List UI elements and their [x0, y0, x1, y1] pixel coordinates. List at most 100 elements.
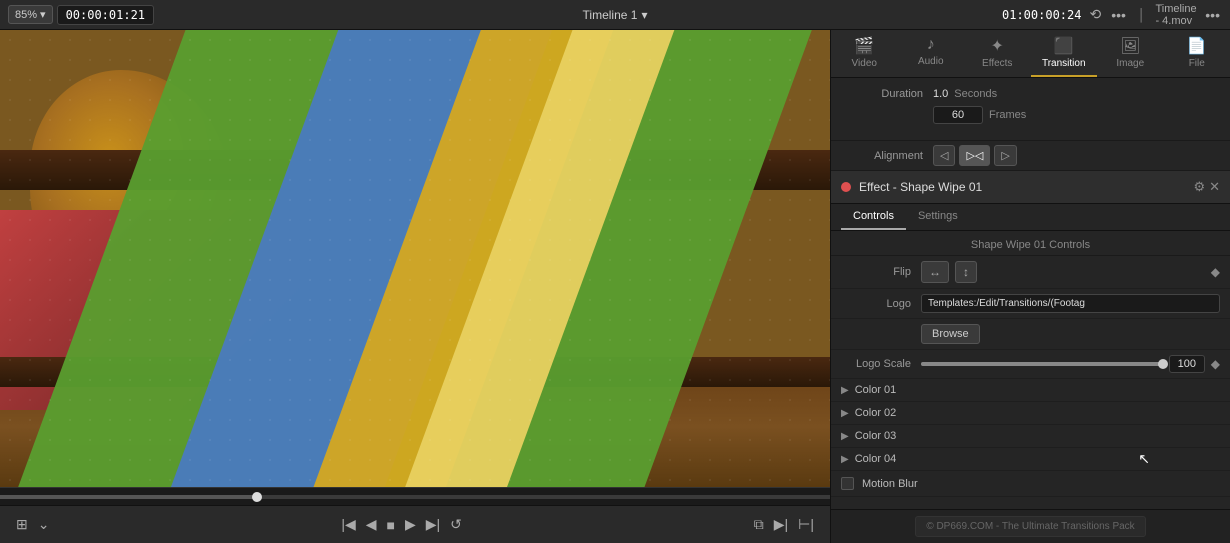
align-right-button[interactable]: ▷ — [994, 145, 1016, 166]
sync-button[interactable]: ⟲ — [1087, 4, 1103, 25]
scale-keyframe-indicator: ◆ — [1211, 357, 1220, 371]
tab-file-label: File — [1189, 58, 1205, 69]
flip-row: Flip ↔ ↕ ◆ — [831, 256, 1230, 289]
alignment-buttons: ◁ ▷◁ ▷ — [933, 145, 1017, 166]
fullscreen-button[interactable]: ⧉ — [750, 513, 768, 536]
panel-title: Timeline - 4.mov — [1155, 3, 1197, 27]
tab-video[interactable]: 🎬 Video — [831, 30, 898, 77]
logo-row: Logo Templates:/Edit/Transitions/(Footag — [831, 289, 1230, 319]
duration-label: Duration — [843, 88, 933, 100]
tab-transition-label: Transition — [1042, 58, 1086, 69]
logo-label: Logo — [841, 298, 921, 310]
file-tab-icon: 📄 — [1187, 36, 1207, 56]
effect-settings-button[interactable]: ⚙ — [1193, 179, 1205, 195]
logo-scale-label: Logo Scale — [841, 358, 921, 370]
image-tab-icon: 🖼 — [1120, 36, 1140, 56]
sub-tab-controls-label: Controls — [853, 210, 894, 222]
main-area: ⊞ ⌄ |◀ ◀ ■ ▶ ▶| ↺ ⧉ ▶| ⊢| 🎬 — [0, 30, 1230, 543]
browse-content: Browse — [921, 324, 1220, 344]
progress-bar-area[interactable] — [0, 487, 830, 505]
zoom-control[interactable]: 85% ▾ — [8, 5, 53, 24]
tab-audio-label: Audio — [918, 56, 944, 67]
last-frame-button[interactable]: ⊢| — [794, 513, 818, 536]
browse-button[interactable]: Browse — [921, 324, 980, 344]
slider-fill — [921, 362, 1163, 366]
play-button[interactable]: ▶ — [401, 513, 420, 536]
frames-input[interactable] — [933, 106, 983, 124]
slider-thumb[interactable] — [1158, 359, 1168, 369]
video-canvas — [0, 30, 830, 487]
duration-row: Duration 1.0 Seconds — [843, 88, 1218, 100]
color-04-chevron: ▶ — [841, 454, 849, 465]
align-center-button[interactable]: ▷◁ — [959, 145, 990, 166]
timeline-chevron: ▾ — [641, 8, 647, 22]
tab-audio[interactable]: ♪ Audio — [898, 30, 965, 77]
next-clip-button[interactable]: ▶| — [770, 513, 792, 536]
color-03-section[interactable]: ▶ Color 03 — [831, 425, 1230, 448]
go-to-end-button[interactable]: ▶| — [422, 513, 444, 536]
logo-path-display: Templates:/Edit/Transitions/(Footag — [921, 294, 1220, 313]
panel-footer: © DP669.COM - The Ultimate Transitions P… — [831, 509, 1230, 543]
controls-content: Shape Wipe 01 Controls Flip ↔ ↕ ◆ Logo T… — [831, 231, 1230, 509]
tab-transition[interactable]: ⬛ Transition — [1031, 30, 1098, 77]
effect-active-indicator[interactable] — [841, 182, 851, 192]
section-title: Shape Wipe 01 Controls — [831, 231, 1230, 256]
output-controls: ⧉ ▶| ⊢| — [750, 513, 818, 536]
logo-scale-slider[interactable] — [921, 362, 1163, 366]
progress-thumb[interactable] — [252, 492, 262, 502]
logo-content: Templates:/Edit/Transitions/(Footag — [921, 294, 1220, 313]
motion-blur-row: Motion Blur — [831, 471, 1230, 497]
zoom-value: 85% — [15, 9, 37, 21]
footer-text: © DP669.COM - The Ultimate Transitions P… — [915, 516, 1145, 537]
sub-tab-controls[interactable]: Controls — [841, 204, 906, 230]
color-03-label: Color 03 — [855, 430, 897, 442]
viewer-dropdown-button[interactable]: ⌄ — [34, 513, 54, 536]
flip-vertical-button[interactable]: ↕ — [955, 261, 977, 283]
logo-scale-row: Logo Scale ◆ — [831, 350, 1230, 379]
step-back-button[interactable]: ◀ — [362, 513, 381, 536]
bottom-controls: ⊞ ⌄ |◀ ◀ ■ ▶ ▶| ↺ ⧉ ▶| ⊢| — [0, 505, 830, 543]
viewer-mode-button[interactable]: ⊞ — [12, 513, 32, 536]
effect-header-icons: ⚙ ✕ — [1193, 179, 1220, 195]
flip-label: Flip — [841, 266, 921, 278]
alignment-label: Alignment — [843, 150, 933, 162]
sub-tab-settings[interactable]: Settings — [906, 204, 970, 230]
transition-tab-icon: ⬛ — [1054, 36, 1074, 56]
timecode-left[interactable]: 00:00:01:21 — [57, 5, 154, 25]
tab-image-label: Image — [1116, 58, 1144, 69]
flip-horizontal-button[interactable]: ↔ — [921, 261, 949, 283]
logo-scale-value[interactable] — [1169, 355, 1205, 373]
loop-button[interactable]: ↺ — [446, 513, 466, 536]
alignment-row: Alignment ◁ ▷◁ ▷ — [831, 141, 1230, 171]
inspector-tabs: 🎬 Video ♪ Audio ✦ Effects ⬛ Transition 🖼… — [831, 30, 1230, 78]
timeline-label: Timeline 1 ▾ — [583, 8, 648, 22]
effect-close-button[interactable]: ✕ — [1209, 179, 1220, 195]
tab-effects[interactable]: ✦ Effects — [964, 30, 1031, 77]
color-02-section[interactable]: ▶ Color 02 — [831, 402, 1230, 425]
effect-header: Effect - Shape Wipe 01 ⚙ ✕ — [831, 171, 1230, 204]
stop-button[interactable]: ■ — [383, 514, 399, 536]
panel-more-button[interactable]: ••• — [1203, 5, 1222, 25]
duration-unit: Seconds — [954, 88, 997, 100]
more-options-button[interactable]: ••• — [1109, 5, 1128, 25]
align-left-button[interactable]: ◁ — [933, 145, 955, 166]
tab-image[interactable]: 🖼 Image — [1097, 30, 1164, 77]
tab-file[interactable]: 📄 File — [1164, 30, 1230, 77]
right-panel: 🎬 Video ♪ Audio ✦ Effects ⬛ Transition 🖼… — [830, 30, 1230, 543]
color-01-chevron: ▶ — [841, 385, 849, 396]
go-to-start-button[interactable]: |◀ — [337, 513, 359, 536]
top-bar-left: 85% ▾ 00:00:01:21 — [8, 5, 228, 25]
top-bar: 85% ▾ 00:00:01:21 Timeline 1 ▾ 01:00:00:… — [0, 0, 1230, 30]
audio-tab-icon: ♪ — [927, 36, 935, 54]
color-01-section[interactable]: ▶ Color 01 — [831, 379, 1230, 402]
frames-row: Frames — [843, 106, 1218, 124]
motion-blur-label: Motion Blur — [862, 478, 918, 490]
motion-blur-checkbox[interactable] — [841, 477, 854, 490]
duration-value[interactable]: 1.0 — [933, 88, 948, 100]
color-04-section[interactable]: ▶ Color 04 ↖ — [831, 448, 1230, 471]
sub-tab-settings-label: Settings — [918, 210, 958, 222]
video-tab-icon: 🎬 — [854, 36, 874, 56]
top-bar-center: Timeline 1 ▾ — [228, 8, 1002, 22]
preview-area: ⊞ ⌄ |◀ ◀ ■ ▶ ▶| ↺ ⧉ ▶| ⊢| — [0, 30, 830, 543]
flip-controls: ↔ ↕ ◆ — [921, 261, 1220, 283]
